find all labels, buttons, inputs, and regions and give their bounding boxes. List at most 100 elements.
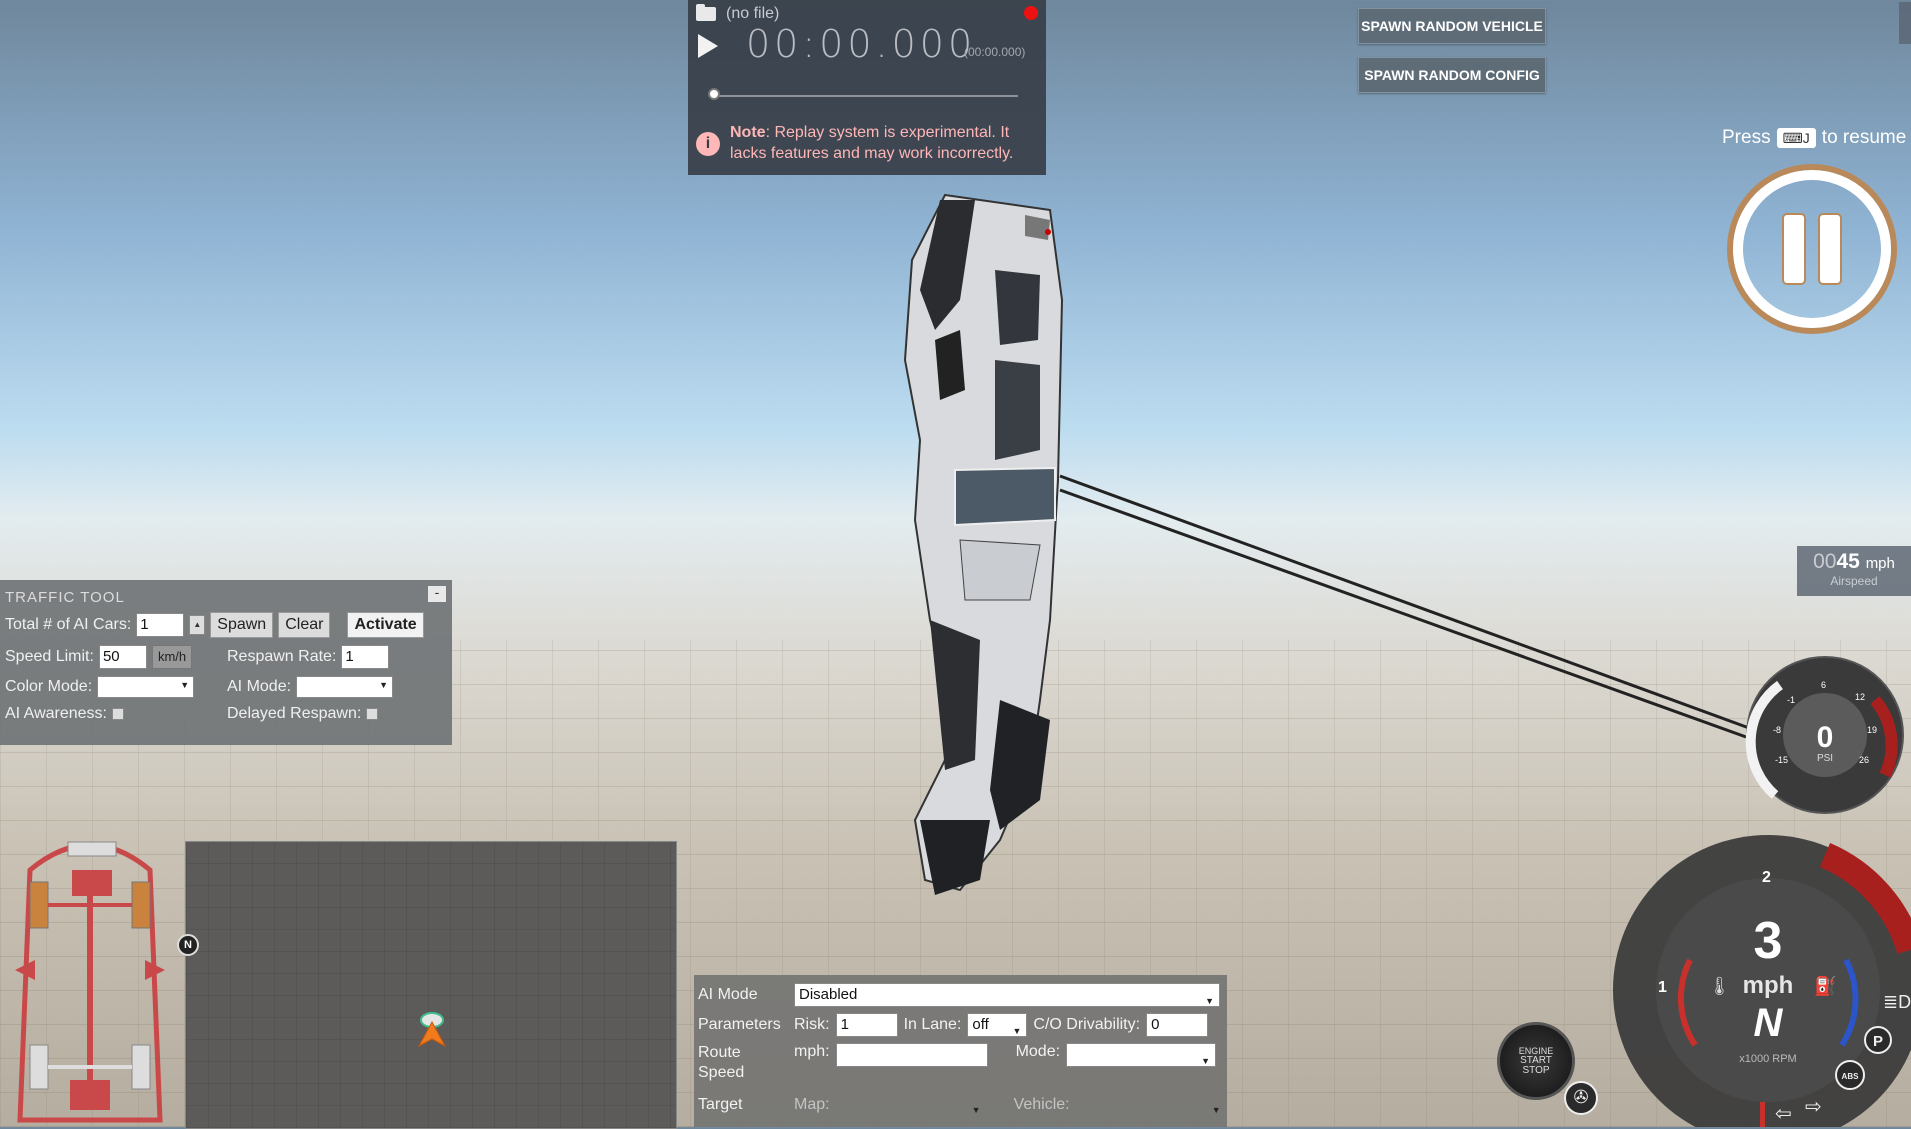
boost-tick-3: 6 bbox=[1821, 680, 1826, 690]
info-icon: i bbox=[696, 132, 720, 156]
record-icon[interactable] bbox=[1024, 6, 1038, 20]
spawn-random-config-button[interactable]: SPAWN RANDOM CONFIG bbox=[1358, 57, 1546, 93]
target-vehicle-label: Vehicle: bbox=[1013, 1096, 1070, 1113]
color-mode-select[interactable] bbox=[97, 676, 195, 698]
boost-gauge: 0 PSI -15 -8 -1 6 12 19 26 bbox=[1745, 656, 1904, 814]
spawn-random-vehicle-button[interactable]: SPAWN RANDOM VEHICLE bbox=[1358, 8, 1546, 44]
ai-settings-panel: AI Mode Disabled Parameters Risk: 1 In L… bbox=[694, 975, 1227, 1127]
color-mode-label: Color Mode: bbox=[5, 678, 93, 695]
total-ai-stepper[interactable]: ▲ bbox=[189, 615, 206, 635]
route-speed-label: Route Speed bbox=[698, 1044, 745, 1081]
drivability-input[interactable]: 0 bbox=[1146, 1013, 1209, 1037]
boost-tick-6: 26 bbox=[1859, 755, 1869, 765]
rpm-needle bbox=[1760, 1102, 1765, 1127]
resume-press: Press bbox=[1722, 127, 1771, 148]
boost-tick-0: -15 bbox=[1775, 755, 1788, 765]
clear-button[interactable]: Clear bbox=[278, 612, 331, 638]
risk-input[interactable]: 1 bbox=[835, 1013, 898, 1037]
replay-file-label: (no file) bbox=[726, 5, 780, 22]
route-mph-label: mph: bbox=[794, 1043, 830, 1060]
speed-unit: mph bbox=[1743, 972, 1794, 999]
rpm-label: x1000 RPM bbox=[1739, 1053, 1796, 1065]
pause-icon[interactable] bbox=[1733, 170, 1891, 328]
route-mode-label: Mode: bbox=[1015, 1043, 1061, 1060]
keyboard-key-icon: ⌨J bbox=[1776, 128, 1816, 148]
rpm-tick-2: 2 bbox=[1762, 869, 1771, 886]
resume-key: J bbox=[1802, 130, 1810, 146]
note-text: : Replay system is experimental. It lack… bbox=[730, 124, 1014, 162]
respawn-rate-label: Respawn Rate: bbox=[227, 648, 337, 665]
target-label: Target bbox=[698, 1096, 743, 1113]
replay-panel: (no file) 00:00.000 (00:00.000) i Note: … bbox=[688, 0, 1046, 175]
ai-awareness-checkbox[interactable] bbox=[111, 708, 124, 720]
risk-label: Risk: bbox=[794, 1016, 830, 1033]
speed-unit-button[interactable]: km/h bbox=[151, 645, 193, 669]
ai-mode-label: AI Mode: bbox=[227, 678, 292, 695]
crashed-car bbox=[903, 193, 1064, 895]
boost-tick-4: 12 bbox=[1855, 692, 1865, 702]
replay-timecode: 00:00.000 bbox=[746, 22, 977, 66]
temperature-icon: 🌡 bbox=[1708, 976, 1731, 996]
total-ai-label: Total # of AI Cars: bbox=[5, 616, 132, 633]
headlight-icon: ≣D bbox=[1883, 992, 1911, 1012]
minimap[interactable] bbox=[185, 841, 677, 1129]
vehicle-damage-diagram bbox=[15, 841, 165, 1123]
tow-cable-2 bbox=[1059, 488, 1761, 744]
activate-button[interactable]: Activate bbox=[347, 612, 424, 638]
boost-value: 0 bbox=[1817, 721, 1834, 754]
side-panel-toggle[interactable] bbox=[1899, 2, 1911, 44]
folder-icon[interactable] bbox=[696, 4, 716, 21]
pause-bar-left bbox=[1784, 215, 1804, 283]
parameters-label: Parameters bbox=[698, 1016, 781, 1033]
airspeed-label: Airspeed bbox=[1830, 574, 1878, 588]
ai-mode-row-label: AI Mode bbox=[698, 986, 758, 1003]
route-speed-input[interactable] bbox=[835, 1043, 988, 1067]
resume-to: to resume bbox=[1821, 127, 1907, 148]
traffic-tool-title: TRAFFIC TOOL bbox=[5, 589, 125, 606]
replay-scrubber-knob[interactable] bbox=[708, 88, 720, 100]
ai-mode-select[interactable] bbox=[296, 676, 394, 698]
traffic-tool-panel: TRAFFIC TOOL - Total # of AI Cars: 1 ▲ S… bbox=[0, 580, 452, 745]
left-signal-icon: ⇦ bbox=[1775, 1103, 1792, 1125]
ai-mode-dropdown[interactable]: Disabled bbox=[794, 983, 1220, 1012]
resume-hint: Press ⌨J to resume bbox=[1722, 127, 1906, 149]
boost-tick-5: 19 bbox=[1867, 725, 1877, 735]
right-signal-icon: ⇨ bbox=[1805, 1096, 1822, 1118]
replay-timecode-total: (00:00.000) bbox=[964, 45, 1026, 59]
spawn-button[interactable]: Spawn bbox=[210, 612, 274, 638]
rpm-tick-1: 1 bbox=[1658, 979, 1667, 996]
play-icon[interactable] bbox=[698, 34, 718, 58]
abs-icon: ABS bbox=[1842, 1072, 1860, 1081]
boost-unit: PSI bbox=[1817, 753, 1833, 764]
tow-cable-1 bbox=[1059, 474, 1761, 734]
respawn-rate-input[interactable]: 1 bbox=[341, 645, 390, 669]
engine-line3: STOP bbox=[1522, 1065, 1550, 1076]
compass-north-icon: N bbox=[177, 934, 199, 956]
minimize-button[interactable]: - bbox=[428, 585, 446, 602]
fuel-icon: ⛽ bbox=[1814, 975, 1836, 996]
parking-brake-icon: P bbox=[1873, 1033, 1883, 1050]
target-map-select[interactable] bbox=[836, 1093, 986, 1121]
target-vehicle-select[interactable] bbox=[1076, 1093, 1226, 1121]
speedometer: 3 mph N x1000 RPM 1 2 🌡 ⛽ P ABS ≣D ⇦ ⇨ bbox=[1613, 835, 1911, 1127]
boost-tick-2: -1 bbox=[1787, 695, 1795, 705]
traction-control-icon: ✇ bbox=[1564, 1081, 1598, 1115]
target-map-label: Map: bbox=[794, 1096, 830, 1113]
route-mode-select[interactable] bbox=[1066, 1043, 1217, 1072]
total-ai-input[interactable]: 1 bbox=[136, 613, 185, 637]
gear-value: N bbox=[1754, 1001, 1784, 1045]
engine-start-stop-button[interactable]: ENGINE START STOP bbox=[1497, 1022, 1575, 1100]
pause-bar-right bbox=[1820, 215, 1840, 283]
in-lane-select[interactable]: off bbox=[967, 1013, 1028, 1042]
speed-limit-input[interactable]: 50 bbox=[98, 645, 147, 669]
drivability-label: C/O Drivability: bbox=[1033, 1016, 1141, 1033]
airspeed-display: 0045 mph Airspeed bbox=[1797, 546, 1911, 596]
speed-limit-label: Speed Limit: bbox=[5, 648, 94, 665]
airspeed-prefix: 00 bbox=[1813, 550, 1837, 573]
player-position-icon bbox=[417, 1012, 447, 1048]
replay-file[interactable]: (no file) bbox=[696, 4, 780, 23]
delayed-respawn-label: Delayed Respawn: bbox=[227, 705, 362, 722]
replay-scrubber[interactable] bbox=[716, 95, 1018, 97]
airspeed-value: 45 bbox=[1836, 550, 1860, 573]
delayed-respawn-checkbox[interactable] bbox=[366, 708, 379, 720]
